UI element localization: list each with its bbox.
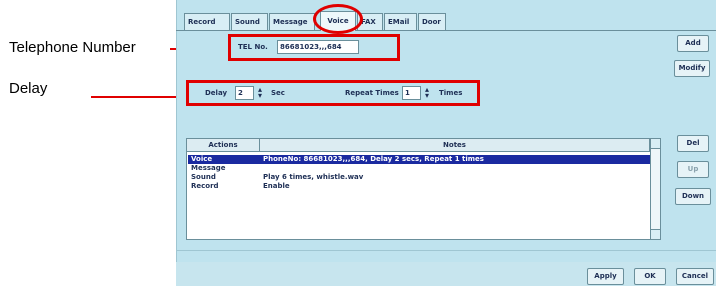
tab-message[interactable]: Message [269, 13, 315, 30]
up-button[interactable]: Up [677, 161, 709, 178]
table-scrollbar[interactable] [650, 139, 660, 239]
repeat-spin-arrows-icon[interactable]: ▴ ▾ [423, 86, 431, 100]
add-button[interactable]: Add [677, 35, 709, 52]
delay-unit-label: Sec [271, 89, 285, 97]
tab-door[interactable]: Door [418, 13, 446, 30]
action-cell: Message [191, 164, 226, 172]
repeat-unit-label: Times [439, 89, 463, 97]
tab-sound[interactable]: Sound [231, 13, 268, 30]
tel-no-input[interactable]: 86681023,,,684 [277, 40, 359, 54]
del-button[interactable]: Del [677, 135, 709, 152]
tab-panel-border [176, 30, 716, 31]
scroll-down-arrow-icon[interactable] [651, 229, 660, 239]
telephone-number-callout-label: Telephone Number [9, 39, 136, 56]
repeat-times-label: Repeat Times [345, 89, 399, 97]
tab-email[interactable]: EMail [384, 13, 417, 30]
modify-button[interactable]: Modify [674, 60, 710, 77]
note-cell: PhoneNo: 86681023,,,684, Delay 2 secs, R… [263, 155, 484, 163]
table-row[interactable]: Message [188, 164, 650, 173]
note-cell: Play 6 times, whistle.wav [263, 173, 364, 181]
down-button[interactable]: Down [675, 188, 711, 205]
table-row[interactable]: Voice PhoneNo: 86681023,,,684, Delay 2 s… [188, 155, 650, 164]
note-cell: Enable [263, 182, 290, 190]
tab-voice[interactable]: Voice [320, 11, 356, 31]
apply-button[interactable]: Apply [587, 268, 624, 285]
actions-column-header[interactable]: Actions [187, 139, 260, 152]
notes-column-header[interactable]: Notes [260, 139, 650, 152]
footer-separator [176, 250, 716, 251]
cancel-button[interactable]: Cancel [676, 268, 714, 285]
scroll-up-arrow-icon[interactable] [651, 139, 660, 149]
tel-no-label: TEL No. [238, 43, 268, 51]
actions-table[interactable]: Actions Notes Voice PhoneNo: 86681023,,,… [186, 138, 661, 240]
table-row[interactable]: Sound Play 6 times, whistle.wav [188, 173, 650, 182]
action-cell: Sound [191, 173, 216, 181]
table-row[interactable]: Record Enable [188, 182, 650, 191]
repeat-times-input[interactable]: 1 [402, 86, 421, 100]
tab-record[interactable]: Record [184, 13, 230, 30]
tab-fax[interactable]: FAX [357, 13, 383, 30]
action-cell: Voice [191, 155, 213, 163]
delay-label: Delay [205, 89, 228, 97]
delay-callout-line [91, 96, 186, 98]
delay-callout-label: Delay [9, 80, 48, 97]
delay-input[interactable]: 2 [235, 86, 254, 100]
action-cell: Record [191, 182, 219, 190]
ok-button[interactable]: OK [634, 268, 666, 285]
table-header: Actions Notes [187, 139, 650, 152]
delay-spin-arrows-icon[interactable]: ▴ ▾ [256, 86, 264, 100]
